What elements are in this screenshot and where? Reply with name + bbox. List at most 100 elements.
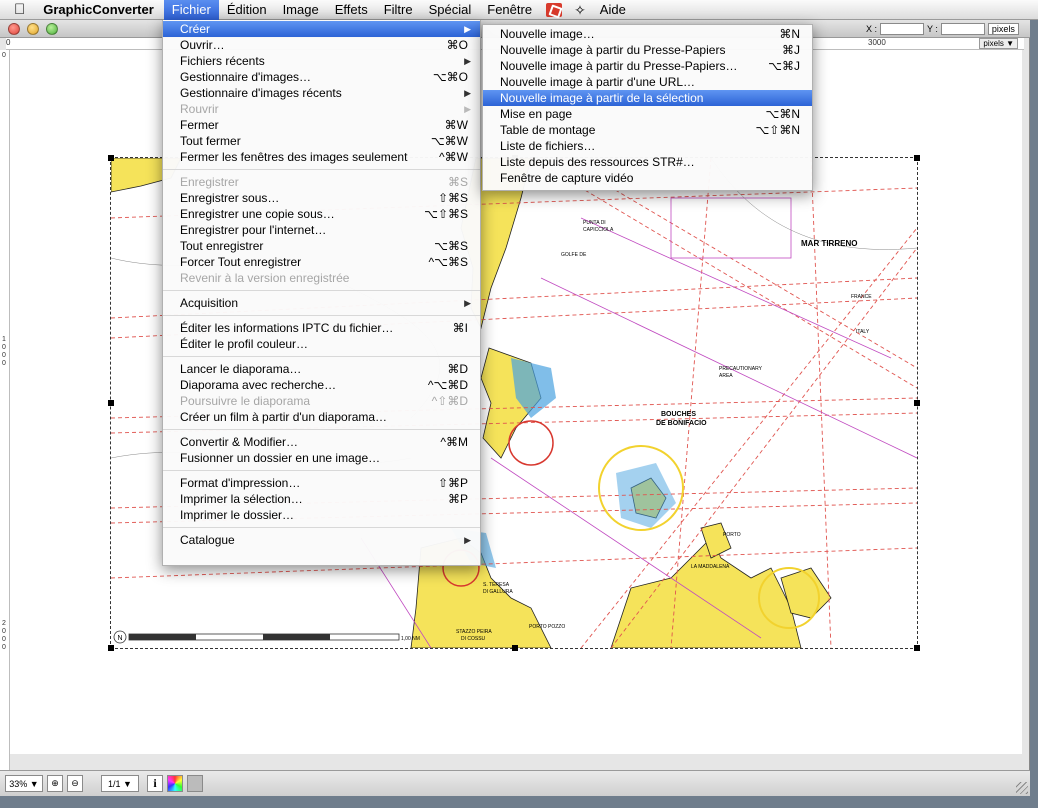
fichier-item-convertir-modifier[interactable]: Convertir & Modifier… ^⌘M [163,434,480,450]
resize-grip-icon[interactable] [1016,782,1028,794]
selection-handle[interactable] [914,155,920,161]
creer-item-nouvelle-image-a-partir-de-la-selection[interactable]: Nouvelle image à partir de la sélection [483,90,812,106]
menu-separator [163,527,480,528]
fichier-item-forcer-tout-enregistrer[interactable]: Forcer Tout enregistrer ^⌥⌘S [163,254,480,270]
menu-item-label: Diaporama avec recherche… [180,378,337,392]
grayscale-icon[interactable] [187,775,203,792]
fichier-item-editer-les-informations-iptc-du-fichier[interactable]: Éditer les informations IPTC du fichier…… [163,320,480,336]
fichier-item-creer-un-film-a-partir-d-un-diaporama[interactable]: Créer un film à partir d'un diaporama… [163,409,480,425]
minimize-window-button[interactable] [27,23,39,35]
zoom-window-button[interactable] [46,23,58,35]
menu-item-label: Nouvelle image à partir du Presse-Papier… [500,59,738,73]
coord-units-popup[interactable]: pixels [987,23,1019,35]
menu-item-label: Imprimer le dossier… [180,508,295,522]
selection-handle[interactable] [512,645,518,651]
menu-separator [163,315,480,316]
menu-item-label: Imprimer la sélection… [180,492,303,506]
menu-item-label: Tout fermer [180,134,241,148]
map-label: PORTO [723,532,741,538]
fichier-item-ouvrir[interactable]: Ouvrir… ⌘O [163,37,480,53]
creer-submenu: Nouvelle image… ⌘N Nouvelle image à partir… [482,24,813,191]
menu-filtre[interactable]: Filtre [376,0,421,20]
selection-handle[interactable] [108,400,114,406]
fichier-item-enregistrer-une-copie-sous[interactable]: Enregistrer une copie sous… ⌥⇧⌘S [163,206,480,222]
fichier-item-tout-enregistrer[interactable]: Tout enregistrer ⌥⌘S [163,238,480,254]
creer-item-fenetre-de-capture-video[interactable]: Fenêtre de capture vidéo [483,170,812,186]
color-palette-icon[interactable] [167,775,183,792]
fichier-item-enregistrer-pour-l-internet[interactable]: Enregistrer pour l'internet… [163,222,480,238]
fichier-item-format-d-impression[interactable]: Format d'impression… ⇧⌘P [163,475,480,491]
menu-item-shortcut: ⌥⇧⌘N [755,123,800,137]
fichier-item-revenir-a-la-version-enregistree: Revenir à la version enregistrée [163,270,480,286]
map-label: STAZZO PEIRA [456,629,492,635]
zoom-popup[interactable]: 33% ▼ [5,775,43,792]
menu-item-shortcut: ^⌘M [440,435,468,449]
menu-item-label: Liste de fichiers… [500,139,596,153]
fichier-item-acquisition[interactable]: Acquisition ▶ [163,295,480,311]
selection-handle[interactable] [914,400,920,406]
menu-item-shortcut: ^⌘W [439,150,468,164]
apple-menu-icon[interactable]:  [0,0,35,20]
menu-special[interactable]: Spécial [421,0,480,20]
fichier-item-tout-fermer[interactable]: Tout fermer ⌥⌘W [163,133,480,149]
menu-bar:  GraphicConverter Fichier Édition Image… [0,0,1038,20]
menu-item-shortcut: ⌘N [779,27,800,41]
coord-y-value [940,23,985,35]
map-label: GOLFE DE [561,252,587,258]
creer-item-nouvelle-image-a-partir-du-presse-papiers[interactable]: Nouvelle image à partir du Presse-Papier… [483,58,812,74]
creer-item-liste-depuis-des-ressources-str[interactable]: Liste depuis des ressources STR#… [483,154,812,170]
plugin-menu-icon[interactable] [546,2,563,17]
map-label: PRECAUTIONARY [719,366,763,372]
menu-item-label: Acquisition [180,296,239,310]
selection-handle[interactable] [914,645,920,651]
fichier-item-imprimer-la-selection[interactable]: Imprimer la sélection… ⌘P [163,491,480,507]
creer-item-nouvelle-image-a-partir-du-presse-papiers[interactable]: Nouvelle image à partir du Presse-Papier… [483,42,812,58]
fichier-item-fichiers-recents[interactable]: Fichiers récents ▶ [163,53,480,69]
menu-fichier[interactable]: Fichier [163,0,219,20]
submenu-arrow-icon: ▶ [464,298,471,308]
menu-fenetre[interactable]: Fenêtre [479,0,540,20]
creer-item-mise-en-page[interactable]: Mise en page ⌥⌘N [483,106,812,122]
fichier-item-gestionnaire-d-images[interactable]: Gestionnaire d'images… ⌥⌘O [163,69,480,85]
creer-item-liste-de-fichiers[interactable]: Liste de fichiers… [483,138,812,154]
fichier-item-gestionnaire-d-images-recents[interactable]: Gestionnaire d'images récents ▶ [163,85,480,101]
menu-item-shortcut: ^⌥⌘S [428,255,468,269]
creer-item-nouvelle-image-a-partir-d-une-url[interactable]: Nouvelle image à partir d'une URL… [483,74,812,90]
fichier-item-fermer[interactable]: Fermer ⌘W [163,117,480,133]
menu-aide[interactable]: Aide [592,0,634,20]
menu-item-label: Rouvrir [180,102,219,116]
menu-item-shortcut: ^⌥⌘D [427,378,468,392]
fichier-item-enregistrer-sous[interactable]: Enregistrer sous… ⇧⌘S [163,190,480,206]
map-label: AREA [719,373,733,379]
menu-effets[interactable]: Effets [327,0,376,20]
fichier-item-fusionner-un-dossier-en-une-image[interactable]: Fusionner un dossier en une image… [163,450,480,466]
selection-handle[interactable] [108,155,114,161]
zoom-in-icon[interactable]: ⊕ [47,775,63,792]
fichier-item-diaporama-avec-recherche[interactable]: Diaporama avec recherche… ^⌥⌘D [163,377,480,393]
menu-item-shortcut: ⇧⌘P [437,476,468,490]
menu-image[interactable]: Image [275,0,327,20]
fichier-item-fermer-les-fenetres-des-images-seulement[interactable]: Fermer les fenêtres des images seulement… [163,149,480,165]
creer-item-nouvelle-image[interactable]: Nouvelle image… ⌘N [483,26,812,42]
close-window-button[interactable] [8,23,20,35]
coord-y-label: Y : [927,24,938,34]
fichier-item-lancer-le-diaporama[interactable]: Lancer le diaporama… ⌘D [163,361,480,377]
info-icon[interactable]: i [147,775,163,792]
menu-separator [163,470,480,471]
fichier-item-creer[interactable]: Créer ▶ [163,21,480,37]
script-menu-icon[interactable]: ✧ [568,0,592,20]
creer-item-table-de-montage[interactable]: Table de montage ⌥⇧⌘N [483,122,812,138]
vertical-ruler: 0 1000 2000 [0,50,10,784]
fichier-item-imprimer-le-dossier[interactable]: Imprimer le dossier… [163,507,480,523]
zoom-out-icon[interactable]: ⊖ [67,775,83,792]
menu-item-label: Fusionner un dossier en une image… [180,451,381,465]
app-menu[interactable]: GraphicConverter [35,0,164,20]
map-label: ITALY [856,329,870,335]
fichier-item-editer-le-profil-couleur[interactable]: Éditer le profil couleur… [163,336,480,352]
ruler-unit-popup[interactable]: pixels ▼ [979,38,1018,49]
menu-edition[interactable]: Édition [219,0,275,20]
map-scale-label: 1,00 NM [401,636,420,642]
fichier-item-catalogue[interactable]: Catalogue ▶ [163,532,480,548]
selection-handle[interactable] [108,645,114,651]
page-popup[interactable]: 1/1 ▼ [101,775,139,792]
